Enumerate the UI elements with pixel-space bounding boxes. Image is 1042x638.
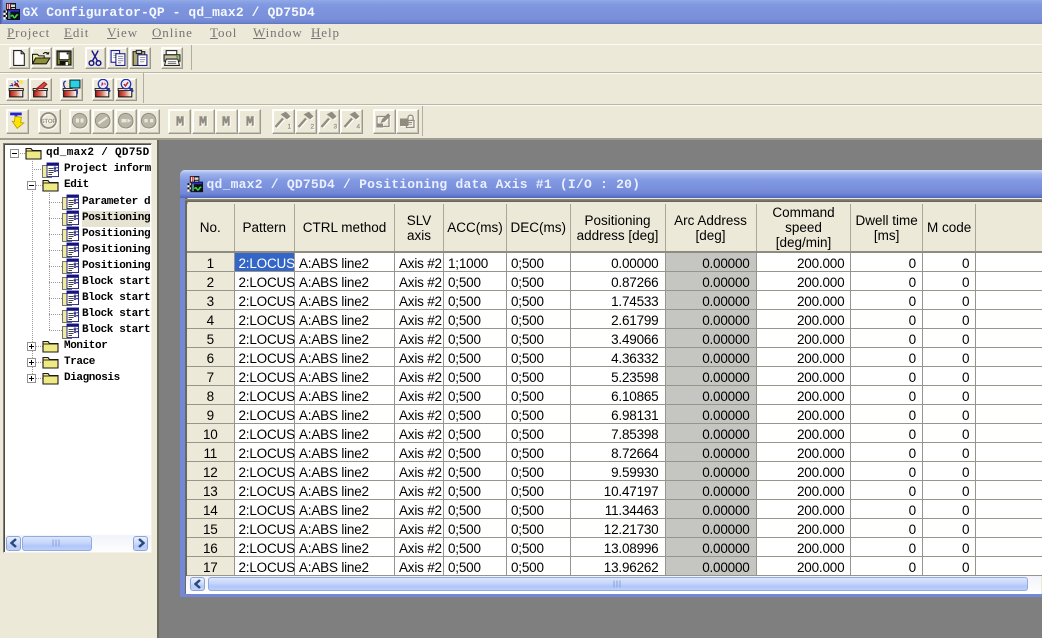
svg-text:2: 2	[310, 124, 314, 131]
svg-text:M: M	[222, 116, 230, 131]
svg-text:STOP: STOP	[41, 119, 57, 125]
svg-text:M: M	[175, 116, 183, 131]
svg-text:M: M	[199, 116, 207, 131]
svg-text:3: 3	[333, 124, 337, 131]
svg-text:4: 4	[356, 124, 360, 131]
svg-text:1: 1	[288, 124, 292, 131]
svg-text:M: M	[245, 116, 253, 131]
